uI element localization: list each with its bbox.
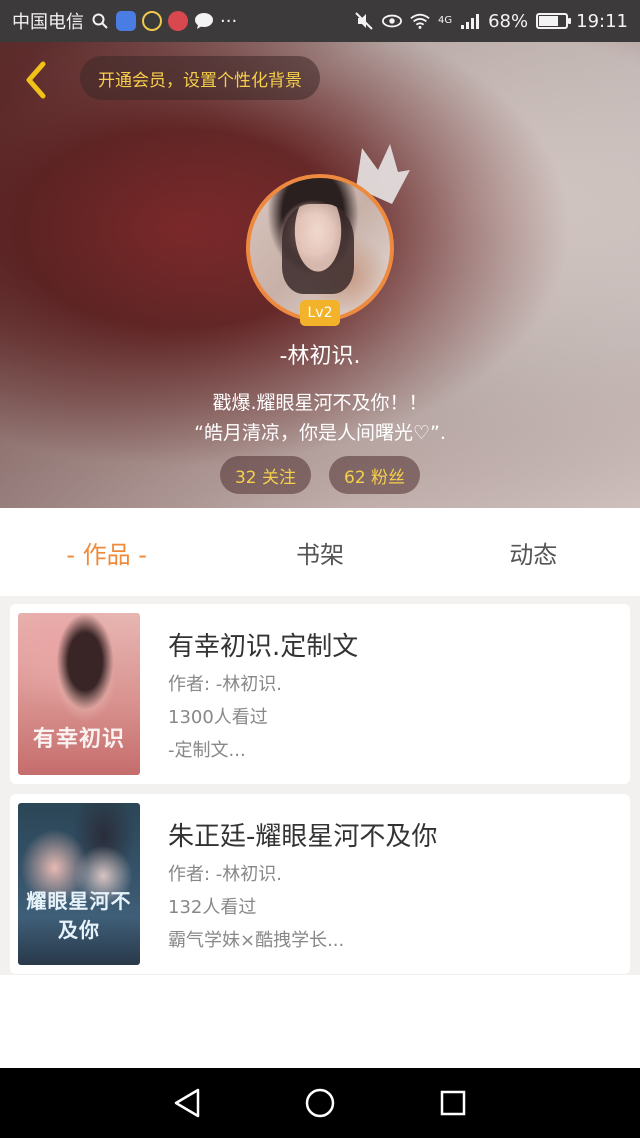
book-description: -定制文... (168, 740, 246, 761)
book-title[interactable]: 有幸初识.定制文 (168, 626, 358, 663)
paw-app-icon (116, 11, 136, 31)
avatar-container[interactable]: Lv2 (246, 144, 410, 326)
nav-recent-button[interactable] (433, 1083, 473, 1123)
tab-activity[interactable]: 动态 (427, 508, 640, 596)
eye-icon (381, 11, 402, 31)
notification-app-icon (142, 11, 162, 31)
followers-button[interactable]: 62 粉丝 (329, 456, 421, 494)
book-author: 作者: -林初识. (168, 864, 283, 885)
following-count: 32 关注 (234, 467, 296, 488)
book-author: 作者: -林初识. (168, 674, 283, 695)
more-dots-icon: ··· (220, 10, 238, 32)
carrier-label: 中国电信 (12, 12, 84, 33)
avatar-photo (282, 204, 354, 294)
back-triangle-icon (174, 1088, 199, 1118)
cover-title-art: 耀眼星河不及你 (26, 889, 132, 942)
battery-percent: 68% (488, 10, 529, 32)
followers-count: 62 粉丝 (344, 467, 406, 488)
vip-background-button[interactable]: 开通会员，设置个性化背景 (80, 56, 320, 100)
book-cover[interactable]: 有幸初识 (18, 613, 140, 775)
book-cover[interactable]: 耀眼星河不及你 (18, 803, 140, 965)
profile-tabs: - 作品 - 书架 动态 (0, 508, 640, 596)
status-bar: 中国电信 ··· 4G 68% 19:11 (0, 0, 640, 42)
following-button[interactable]: 32 关注 (219, 456, 311, 494)
book-views: 132人看过 (168, 897, 257, 918)
wifi-icon (410, 11, 430, 31)
home-circle-icon (305, 1088, 335, 1118)
nav-back-button[interactable] (167, 1083, 207, 1123)
tab-works[interactable]: - 作品 - (0, 508, 213, 596)
book-description: 霸气学妹×酷拽学长... (168, 930, 345, 951)
username: -林初识. (279, 344, 361, 369)
system-nav-bar (0, 1068, 640, 1138)
book-views: 1300人看过 (168, 707, 268, 728)
battery-icon (536, 13, 572, 29)
cover-title-art: 有幸初识 (32, 726, 125, 752)
level-badge: Lv2 (300, 300, 340, 326)
tab-works-label: - 作品 - (66, 540, 147, 569)
nav-home-button[interactable] (300, 1083, 340, 1123)
recent-square-icon (441, 1090, 466, 1116)
clock: 19:11 (576, 10, 628, 32)
mute-icon (354, 11, 374, 31)
weibo-app-icon (168, 11, 188, 31)
book-title[interactable]: 朱正廷-耀眼星河不及你 (168, 816, 437, 853)
back-button[interactable] (16, 60, 56, 100)
tab-bookshelf-label: 书架 (295, 540, 344, 569)
bio-line-2: “皓月清凉，你是人间曙光♡”. (194, 422, 446, 444)
network-type: 4G (437, 14, 453, 26)
vip-prompt-label: 开通会员，设置个性化背景 (98, 70, 302, 91)
book-card[interactable]: 有幸初识 有幸初识.定制文 作者: -林初识. 1300人看过 -定制文... (10, 604, 630, 784)
tab-activity-label: 动态 (509, 540, 558, 569)
list-bottom-space (0, 975, 640, 1068)
profile-header: 开通会员，设置个性化背景 Lv2 -林初识. 戳爆.耀眼星河不及你！！ “皓月清… (0, 42, 640, 508)
chat-bubble-icon (194, 11, 214, 31)
bio-line-1: 戳爆.耀眼星河不及你！！ (212, 392, 428, 414)
works-list: 有幸初识 有幸初识.定制文 作者: -林初识. 1300人看过 -定制文... … (10, 604, 630, 984)
chevron-left-icon (26, 61, 46, 99)
book-card[interactable]: 耀眼星河不及你 朱正廷-耀眼星河不及你 作者: -林初识. 132人看过 霸气学… (10, 794, 630, 974)
tab-bookshelf[interactable]: 书架 (213, 508, 426, 596)
stats-row: 32 关注 62 粉丝 (0, 456, 640, 494)
signal-icon (460, 11, 480, 31)
search-icon (90, 11, 110, 31)
